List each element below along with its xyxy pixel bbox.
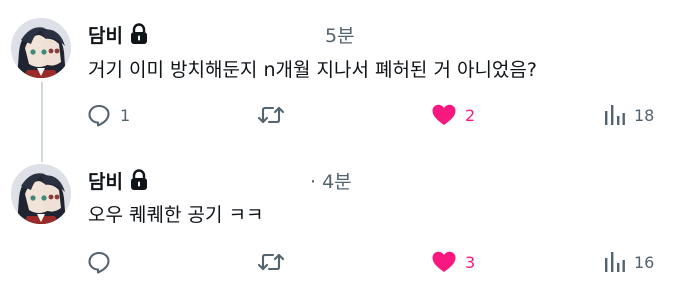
timestamp[interactable]: · 4분 bbox=[310, 167, 352, 194]
author-name[interactable]: 담비 bbox=[88, 21, 123, 48]
like-button[interactable]: 2 bbox=[431, 100, 475, 130]
views-count: 18 bbox=[634, 105, 655, 125]
tweet[interactable]: 담비 · 4분 오우 퀘퀘한 공기 ㅋㅋ 3 16 bbox=[0, 150, 676, 292]
tweet-text: 거기 이미 방치해둔지 n개월 지나서 폐허된 거 아니었음? bbox=[88, 59, 537, 81]
reply-count: 1 bbox=[120, 105, 131, 125]
reply-icon bbox=[86, 249, 112, 275]
avatar-image bbox=[11, 18, 71, 78]
like-count: 2 bbox=[465, 105, 476, 125]
reply-button[interactable] bbox=[86, 247, 120, 277]
heart-icon bbox=[431, 250, 457, 274]
bar-chart-icon bbox=[604, 250, 626, 274]
retweet-button[interactable] bbox=[257, 100, 293, 130]
retweet-icon bbox=[257, 249, 285, 275]
retweet-button[interactable] bbox=[257, 247, 293, 277]
views-button[interactable]: 16 bbox=[604, 247, 654, 277]
author-name[interactable]: 담비 bbox=[88, 167, 123, 194]
tweet-actions: 1 2 18 bbox=[0, 100, 676, 130]
avatar[interactable] bbox=[11, 18, 71, 78]
avatar[interactable] bbox=[11, 164, 71, 224]
author-line: 담비 bbox=[88, 166, 149, 194]
retweet-icon bbox=[257, 102, 285, 128]
lock-icon bbox=[129, 169, 149, 191]
tweet-text: 오우 퀘퀘한 공기 ㅋㅋ bbox=[88, 204, 264, 226]
like-button[interactable]: 3 bbox=[431, 247, 475, 277]
author-line: 담비 bbox=[88, 20, 149, 48]
reply-icon bbox=[86, 102, 112, 128]
lock-icon bbox=[129, 23, 149, 45]
avatar-image bbox=[11, 164, 71, 224]
like-count: 3 bbox=[465, 252, 476, 272]
views-count: 16 bbox=[634, 252, 655, 272]
heart-icon bbox=[431, 103, 457, 127]
tweet[interactable]: 담비 5분 거기 이미 방치해둔지 n개월 지나서 폐허된 거 아니었음? 1 bbox=[0, 0, 676, 150]
bar-chart-icon bbox=[604, 103, 626, 127]
timestamp[interactable]: 5분 bbox=[325, 21, 355, 48]
tweet-actions: 3 16 bbox=[0, 247, 676, 277]
views-button[interactable]: 18 bbox=[604, 100, 654, 130]
reply-button[interactable]: 1 bbox=[86, 100, 130, 130]
